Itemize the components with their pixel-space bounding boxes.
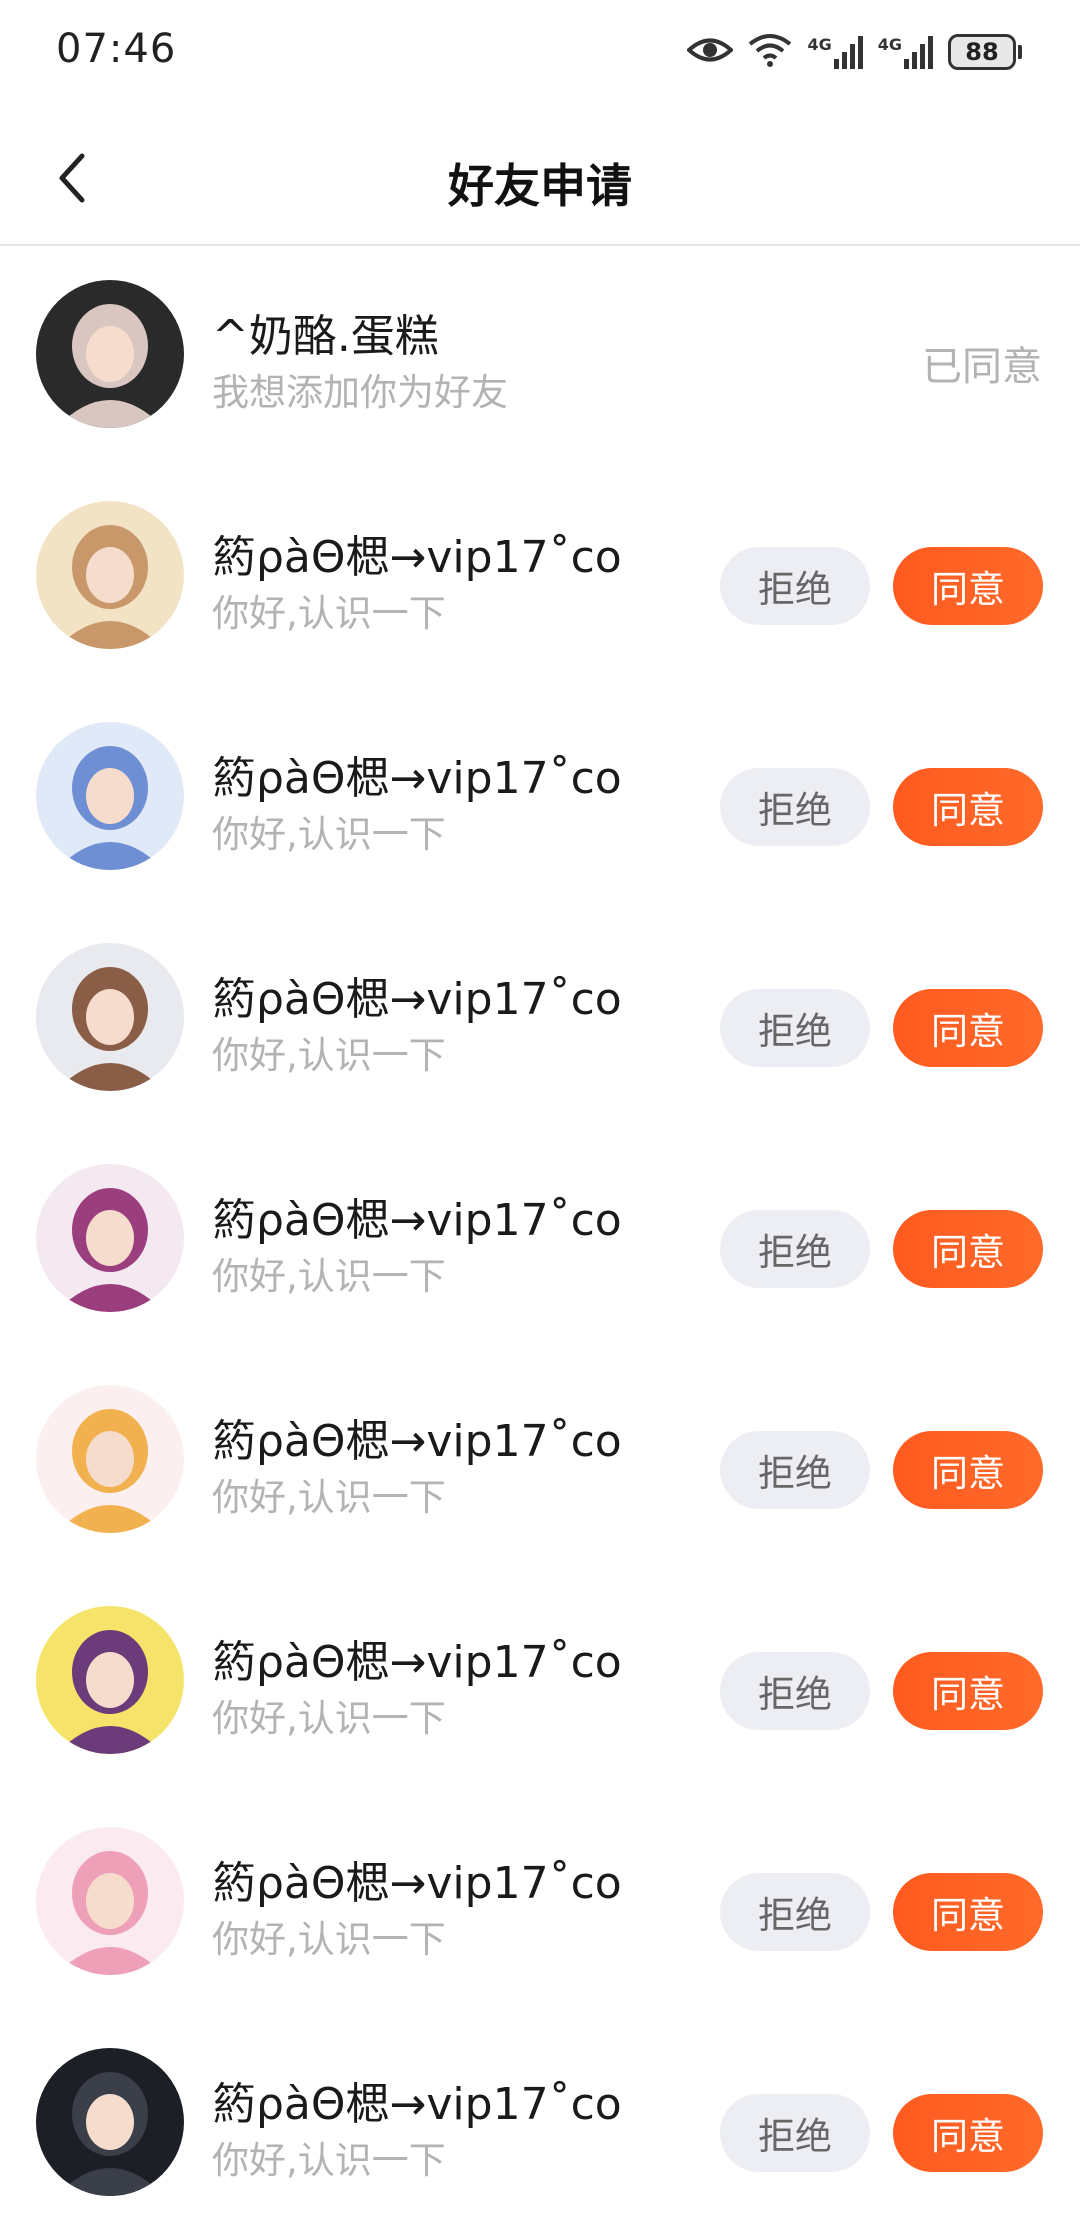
request-message: 你好,认识一下	[212, 592, 446, 635]
signal-icon-2: 4G	[878, 35, 934, 69]
request-row[interactable]: 箹ρàΘ楒→vip17˚co 你好,认识一下 拒绝 同意	[0, 692, 1080, 913]
reject-button[interactable]: 拒绝	[720, 1873, 870, 1951]
accept-button[interactable]: 同意	[893, 547, 1043, 625]
accept-button[interactable]: 同意	[893, 2094, 1043, 2172]
avatar[interactable]	[36, 943, 184, 1091]
requester-name: 箹ρàΘ楒→vip17˚co	[212, 532, 622, 583]
requester-name: ^奶酪.蛋糕	[212, 311, 439, 362]
status-time: 07:46	[56, 26, 177, 72]
request-row[interactable]: 箹ρàΘ楒→vip17˚co 你好,认识一下 拒绝 同意	[0, 1797, 1080, 2018]
reject-button[interactable]: 拒绝	[720, 2094, 870, 2172]
avatar[interactable]	[36, 1385, 184, 1533]
reject-button[interactable]: 拒绝	[720, 1431, 870, 1509]
request-message: 你好,认识一下	[212, 813, 446, 856]
accept-button[interactable]: 同意	[893, 1873, 1043, 1951]
request-row[interactable]: 箹ρàΘ楒→vip17˚co 你好,认识一下 拒绝 同意	[0, 471, 1080, 692]
wifi-icon	[747, 32, 793, 72]
friend-request-list: ^奶酪.蛋糕 我想添加你为好友 已同意 箹ρàΘ楒→vip17˚co 你好,认识…	[0, 250, 1080, 2239]
requester-name: 箹ρàΘ楒→vip17˚co	[212, 1858, 622, 1909]
avatar[interactable]	[36, 501, 184, 649]
accept-button[interactable]: 同意	[893, 1210, 1043, 1288]
accept-button[interactable]: 同意	[893, 1431, 1043, 1509]
battery-level: 88	[948, 34, 1016, 70]
requester-name: 箹ρàΘ楒→vip17˚co	[212, 2079, 622, 2130]
request-message: 你好,认识一下	[212, 1034, 446, 1077]
avatar[interactable]	[36, 722, 184, 870]
reject-button[interactable]: 拒绝	[720, 989, 870, 1067]
requester-name: 箹ρàΘ楒→vip17˚co	[212, 1637, 622, 1688]
requester-name: 箹ρàΘ楒→vip17˚co	[212, 753, 622, 804]
requester-name: 箹ρàΘ楒→vip17˚co	[212, 974, 622, 1025]
request-message: 你好,认识一下	[212, 1255, 446, 1298]
battery-icon: 88	[948, 34, 1022, 70]
reject-button[interactable]: 拒绝	[720, 1210, 870, 1288]
reject-button[interactable]: 拒绝	[720, 768, 870, 846]
accept-button[interactable]: 同意	[893, 768, 1043, 846]
avatar[interactable]	[36, 1164, 184, 1312]
request-row[interactable]: 箹ρàΘ楒→vip17˚co 你好,认识一下 拒绝 同意	[0, 913, 1080, 1134]
request-row[interactable]: 箹ρàΘ楒→vip17˚co 你好,认识一下 拒绝 同意	[0, 1355, 1080, 1576]
requester-name: 箹ρàΘ楒→vip17˚co	[212, 1195, 622, 1246]
request-row[interactable]: 箹ρàΘ楒→vip17˚co 你好,认识一下 拒绝 同意	[0, 1576, 1080, 1797]
request-row[interactable]: ^奶酪.蛋糕 我想添加你为好友 已同意	[0, 250, 1080, 471]
signal-icon-1: 4G	[807, 35, 863, 69]
requester-name: 箹ρàΘ楒→vip17˚co	[212, 1416, 622, 1467]
request-row[interactable]: 箹ρàΘ楒→vip17˚co 你好,认识一下 拒绝 同意	[0, 1134, 1080, 1355]
reject-button[interactable]: 拒绝	[720, 1652, 870, 1730]
request-message: 你好,认识一下	[212, 1476, 446, 1519]
accept-button[interactable]: 同意	[893, 989, 1043, 1067]
status-bar: 07:46 4G 4G 88	[0, 0, 1080, 110]
reject-button[interactable]: 拒绝	[720, 547, 870, 625]
accept-button[interactable]: 同意	[893, 1652, 1043, 1730]
request-message: 我想添加你为好友	[212, 371, 508, 414]
app-header: 好友申请	[0, 110, 1080, 246]
avatar[interactable]	[36, 280, 184, 428]
avatar[interactable]	[36, 2048, 184, 2196]
request-message: 你好,认识一下	[212, 1697, 446, 1740]
page-title: 好友申请	[448, 159, 632, 213]
avatar[interactable]	[36, 1606, 184, 1754]
request-message: 你好,认识一下	[212, 2139, 446, 2182]
accepted-status: 已同意	[922, 344, 1042, 390]
eye-icon	[686, 35, 735, 69]
request-row[interactable]: 箹ρàΘ楒→vip17˚co 你好,认识一下 拒绝 同意	[0, 2018, 1080, 2239]
status-icons: 4G 4G 88	[686, 30, 1022, 74]
avatar[interactable]	[36, 1827, 184, 1975]
request-message: 你好,认识一下	[212, 1918, 446, 1961]
